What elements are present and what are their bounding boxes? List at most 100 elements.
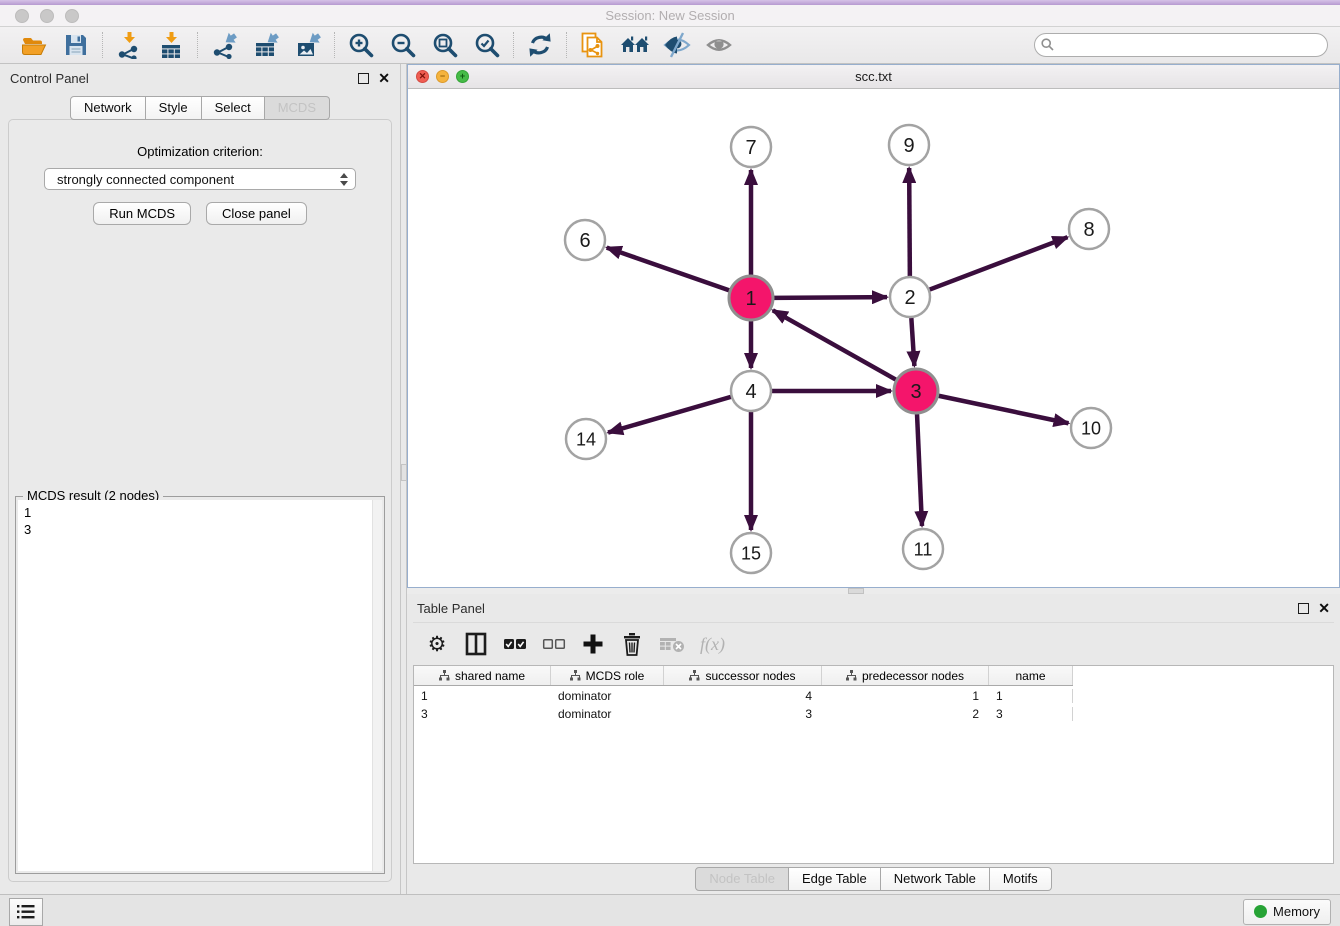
tree-icon	[439, 670, 450, 681]
cell-predecessor-nodes[interactable]: 2	[822, 707, 989, 721]
table-row[interactable]: 3 dominator 3 2 3	[414, 706, 1333, 722]
run-mcds-button[interactable]: Run MCDS	[93, 202, 191, 225]
cell-successor-nodes[interactable]: 3	[664, 707, 822, 721]
toggle-columns-icon[interactable]	[464, 630, 488, 658]
apply-layout-icon[interactable]	[525, 30, 555, 60]
hide-graphics-details-icon[interactable]	[662, 30, 692, 60]
export-network-icon[interactable]	[209, 30, 239, 60]
tab-style[interactable]: Style	[146, 96, 202, 120]
column-header-shared-name[interactable]: shared name	[414, 666, 551, 685]
horizontal-splitter[interactable]	[407, 588, 1340, 594]
memory-label: Memory	[1273, 904, 1320, 919]
cell-name[interactable]: 1	[989, 689, 1073, 703]
graph-edge-3-10[interactable]	[939, 396, 1069, 423]
table-panel-tabs: Node Table Edge Table Network Table Moti…	[407, 864, 1340, 894]
cell-shared-name[interactable]: 3	[414, 707, 551, 721]
mcds-result-text[interactable]: 1 3	[18, 500, 372, 871]
tab-node-table[interactable]: Node Table	[695, 867, 789, 891]
zoom-fit-icon[interactable]	[430, 30, 460, 60]
network-minimize-button[interactable]: −	[436, 70, 449, 83]
export-table-icon[interactable]	[251, 30, 281, 60]
close-window-button[interactable]	[15, 9, 29, 23]
float-panel-icon[interactable]	[1298, 603, 1309, 614]
deselect-all-icon[interactable]	[542, 630, 566, 658]
status-bar: Memory	[0, 894, 1340, 926]
export-image-icon[interactable]	[293, 30, 323, 60]
float-panel-icon[interactable]	[358, 73, 369, 84]
network-close-button[interactable]: ✕	[416, 70, 429, 83]
graph-node-label: 14	[576, 429, 596, 449]
select-all-icon[interactable]	[503, 630, 527, 658]
cell-mcds-role[interactable]: dominator	[551, 707, 664, 721]
graph-edge-3-1[interactable]	[773, 310, 896, 379]
result-line: 1	[24, 504, 366, 521]
network-overview-icon[interactable]	[620, 30, 650, 60]
search-input[interactable]	[1034, 33, 1328, 57]
network-maximize-button[interactable]: +	[456, 70, 469, 83]
column-header-successor-nodes[interactable]: successor nodes	[664, 666, 822, 685]
tab-motifs[interactable]: Motifs	[990, 867, 1052, 891]
birds-eye-view-icon[interactable]	[704, 30, 734, 60]
graph-edge-1-6[interactable]	[607, 248, 730, 291]
column-header-mcds-role[interactable]: MCDS role	[551, 666, 664, 685]
close-panel-button[interactable]: Close panel	[206, 202, 307, 225]
criterion-dropdown[interactable]: strongly connected component	[44, 168, 356, 190]
close-panel-icon[interactable]: ✕	[1318, 601, 1330, 615]
minimize-window-button[interactable]	[40, 9, 54, 23]
column-header-predecessor-nodes[interactable]: predecessor nodes	[822, 666, 989, 685]
cell-successor-nodes[interactable]: 4	[664, 689, 822, 703]
cell-shared-name[interactable]: 1	[414, 689, 551, 703]
search-container	[1034, 33, 1328, 57]
window-titlebar[interactable]: Session: New Session	[0, 5, 1340, 27]
column-settings-gear-icon[interactable]: ⚙	[425, 630, 449, 658]
mcds-panel: Optimization criterion: strongly connect…	[8, 119, 392, 882]
graph-edge-2-9[interactable]	[909, 168, 910, 276]
splitter-grip[interactable]	[401, 464, 407, 481]
graph-node-label: 8	[1083, 219, 1094, 241]
graph-node-label: 15	[741, 543, 761, 563]
tree-icon	[570, 670, 581, 681]
cell-predecessor-nodes[interactable]: 1	[822, 689, 989, 703]
import-table-icon[interactable]	[156, 30, 186, 60]
cell-mcds-role[interactable]: dominator	[551, 689, 664, 703]
table-row[interactable]: 1 dominator 4 1 1	[414, 688, 1333, 704]
optimization-criterion-label: Optimization criterion:	[9, 144, 391, 159]
maximize-window-button[interactable]	[65, 9, 79, 23]
zoom-in-icon[interactable]	[346, 30, 376, 60]
network-graph: 7968124314101511	[408, 89, 1336, 588]
result-line: 3	[24, 521, 366, 538]
tree-icon	[846, 670, 857, 681]
vertical-splitter[interactable]	[400, 64, 407, 894]
network-canvas[interactable]: 7968124314101511	[408, 89, 1339, 587]
network-window-title: scc.txt	[408, 69, 1339, 84]
open-file-icon[interactable]	[19, 30, 49, 60]
tab-mcds[interactable]: MCDS	[265, 96, 330, 120]
network-from-file-icon[interactable]	[578, 30, 608, 60]
tab-network-table[interactable]: Network Table	[881, 867, 990, 891]
zoom-selected-icon[interactable]	[472, 30, 502, 60]
tab-network[interactable]: Network	[70, 96, 146, 120]
graph-edge-4-14[interactable]	[608, 397, 731, 433]
task-history-button[interactable]	[9, 898, 43, 926]
new-column-plus-icon[interactable]	[581, 630, 605, 658]
main-toolbar	[0, 27, 1340, 64]
zoom-out-icon[interactable]	[388, 30, 418, 60]
control-panel-tabs: Network Style Select MCDS	[0, 96, 400, 120]
tab-select[interactable]: Select	[202, 96, 265, 120]
result-scrollbar[interactable]	[372, 500, 382, 871]
column-header-name[interactable]: name	[989, 666, 1073, 685]
graph-edge-3-11[interactable]	[917, 414, 922, 526]
import-network-icon[interactable]	[114, 30, 144, 60]
table-panel-title: Table Panel	[417, 601, 485, 616]
splitter-grip[interactable]	[848, 588, 864, 594]
close-panel-icon[interactable]: ✕	[378, 71, 390, 85]
cell-name[interactable]: 3	[989, 707, 1073, 721]
save-session-icon[interactable]	[61, 30, 91, 60]
graph-edge-2-3[interactable]	[911, 318, 914, 366]
delete-rows-trash-icon[interactable]	[620, 630, 644, 658]
tab-edge-table[interactable]: Edge Table	[789, 867, 881, 891]
graph-edge-2-8[interactable]	[930, 237, 1068, 289]
graph-edge-1-2[interactable]	[774, 297, 887, 298]
network-window-titlebar[interactable]: ✕ − + scc.txt	[408, 65, 1339, 89]
memory-button[interactable]: Memory	[1243, 899, 1331, 925]
